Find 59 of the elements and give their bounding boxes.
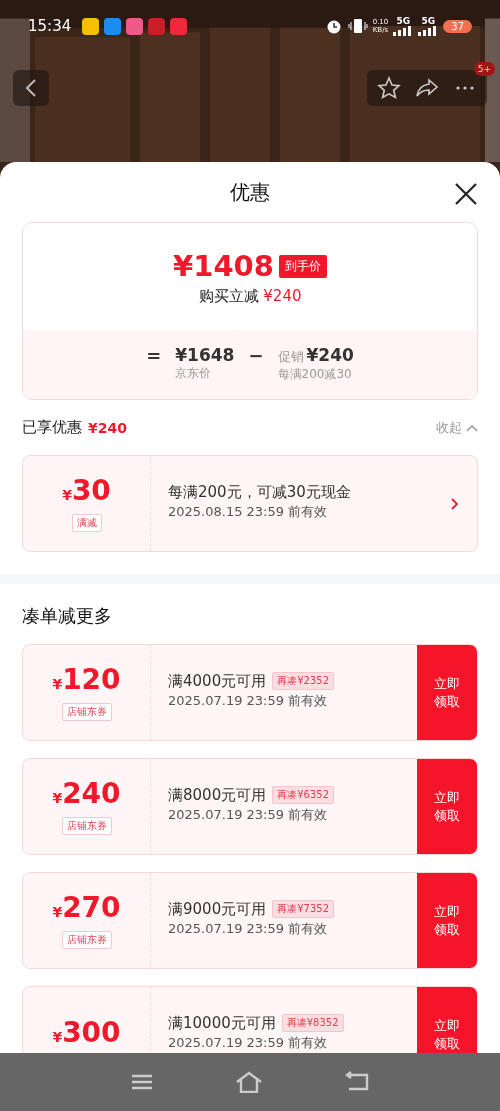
menu-icon[interactable] — [131, 1073, 153, 1091]
back-icon[interactable] — [345, 1071, 369, 1093]
coupon-condition: 满9000元可用 — [168, 899, 267, 919]
coupon-tag: 店铺东券 — [61, 817, 112, 835]
claim-button[interactable]: 立即领取 — [417, 873, 477, 968]
coupon-validity: 2025.07.19 23:59 前有效 — [168, 805, 329, 824]
vibrate-icon — [347, 18, 368, 34]
amount-needed-tag: 再凑¥6352 — [272, 786, 334, 804]
back-button[interactable] — [13, 70, 49, 106]
chevron-left-icon — [25, 78, 37, 98]
promo-amount: ¥240 — [306, 345, 354, 365]
coupon-amount: ¥240 — [52, 778, 121, 812]
original-price: ¥1648 — [175, 345, 235, 365]
final-price-label: 到手价 — [278, 254, 327, 278]
amount-needed-tag: 再凑¥2352 — [272, 672, 334, 690]
coupon-tag: 满减 — [71, 514, 102, 532]
coupon-validity: 2025.07.19 23:59 前有效 — [168, 919, 329, 938]
network-type: 5G — [421, 16, 436, 26]
coupon-amount: ¥300 — [52, 1016, 121, 1051]
coupon-condition: 满8000元可用 — [168, 785, 267, 805]
applied-discount-label: 已享优惠 — [22, 418, 82, 437]
coupon-amount: ¥270 — [52, 892, 121, 926]
sheet-title: 优惠 — [230, 178, 270, 206]
status-time: 15:34 — [28, 17, 72, 35]
amount-needed-tag: 再凑¥8352 — [281, 1014, 344, 1032]
chevron-right-icon — [451, 497, 459, 510]
caret-icon — [466, 423, 478, 432]
claim-button[interactable]: 立即领取 — [417, 759, 477, 854]
signal-icon — [393, 26, 414, 36]
final-price: ¥1408 — [173, 249, 274, 283]
claim-button[interactable]: 立即领取 — [417, 645, 477, 740]
coupon-amount: ¥30 — [62, 475, 111, 509]
claim-button[interactable]: 立即领取 — [417, 987, 477, 1053]
promo-label: 促销 — [277, 349, 304, 364]
home-icon[interactable] — [235, 1071, 263, 1093]
instant-discount-amount: ¥240 — [263, 287, 302, 305]
applied-discount-amount: ¥240 — [88, 419, 127, 436]
coupon-description: 每满200元，可减30元现金 — [168, 482, 352, 502]
original-price-label: 京东价 — [175, 365, 213, 382]
close-icon[interactable] — [454, 182, 478, 206]
coupon-validity: 2025.07.19 23:59 前有效 — [168, 1033, 329, 1052]
signal-icon — [418, 26, 439, 36]
coupon-card[interactable]: ¥30 满减 每满200元，可减30元现金 2025.08.15 23:59 前有效 — [22, 455, 478, 552]
instant-discount-label: 购买立减 — [198, 287, 259, 305]
coupon-tag: 店铺东券 — [61, 931, 112, 949]
coupon-amount: ¥120 — [52, 664, 121, 698]
amount-needed-tag: 再凑¥7352 — [272, 900, 334, 918]
coupon-validity: 2025.08.15 23:59 前有效 — [168, 502, 329, 521]
equals-sign: = — [146, 345, 162, 366]
coupon-validity: 2025.07.19 23:59 前有效 — [168, 691, 329, 710]
coupon-condition: 满4000元可用 — [168, 671, 267, 691]
promo-rule: 每满200减30 — [277, 366, 353, 383]
coupon-tag: 店铺东券 — [61, 703, 112, 721]
network-type: 5G — [396, 16, 411, 26]
minus-sign: − — [248, 345, 264, 366]
collapse-toggle[interactable]: 收起 — [436, 418, 478, 437]
coupon-condition: 满10000元可用 — [168, 1013, 276, 1033]
section-title: 凑单减更多 — [21, 604, 113, 628]
star-icon[interactable] — [377, 76, 401, 100]
